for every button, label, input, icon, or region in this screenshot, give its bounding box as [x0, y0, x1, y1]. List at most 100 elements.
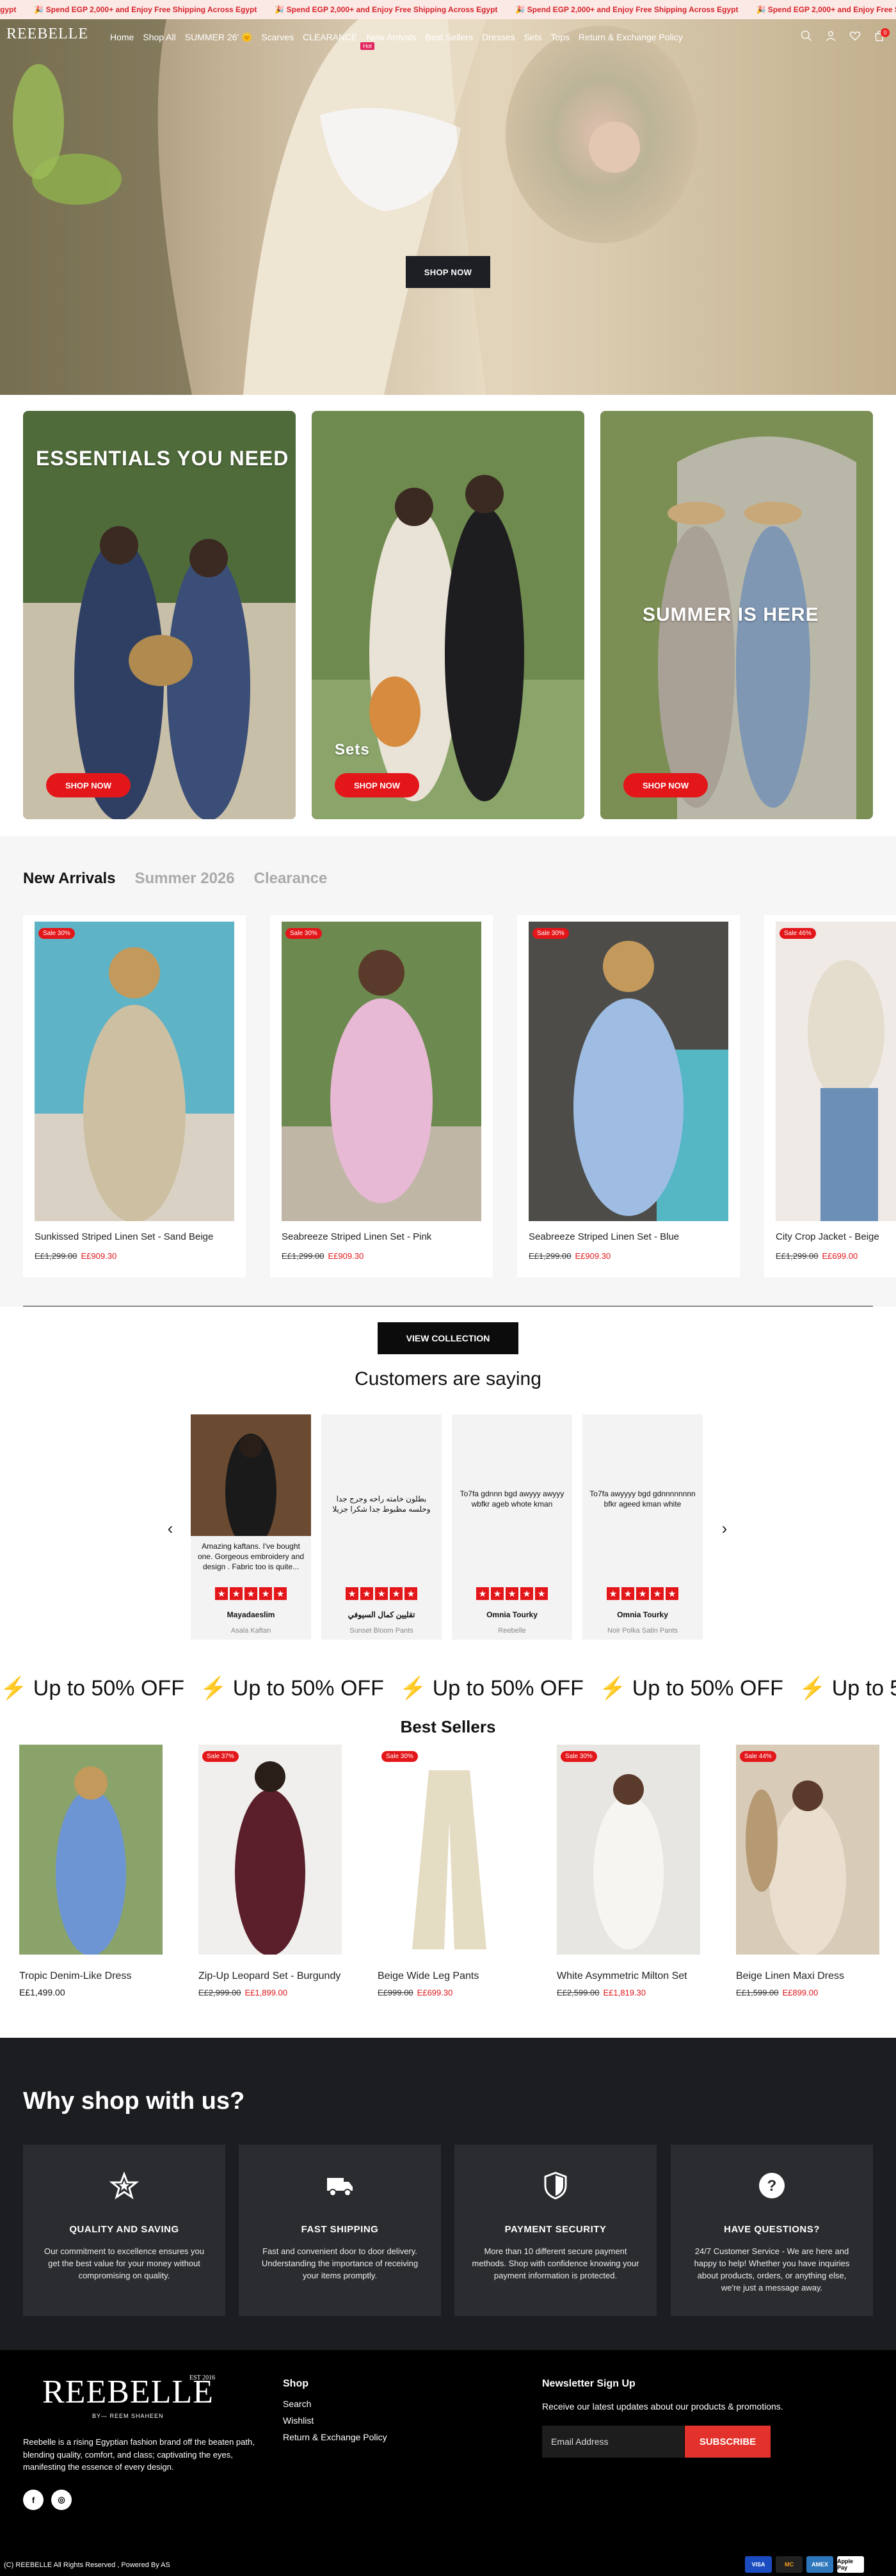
account-icon[interactable]	[824, 29, 837, 42]
nav-item-best-sellers[interactable]: Best Sellers	[425, 32, 473, 43]
footer-est: EST 2016	[189, 2374, 216, 2381]
announcement-text: 🎉 Spend EGP 2,000+ and Enjoy Free Shippi…	[515, 5, 739, 14]
feature-title: PAYMENT SECURITY	[504, 2224, 607, 2235]
newsletter-email-field[interactable]	[542, 2426, 684, 2458]
product-image[interactable]: Sale 30%	[282, 922, 481, 1221]
instagram-icon[interactable]: ◎	[51, 2490, 72, 2510]
copyright-text: (C) REEBELLE All Rights Reserved , Power…	[4, 2561, 170, 2569]
product-name[interactable]: Seabreeze Striped Linen Set - Blue	[529, 1231, 679, 1242]
product-image[interactable]	[19, 1745, 163, 1955]
reviews-title: Customers are saying	[355, 1368, 541, 1389]
star-icon: ★	[390, 1587, 403, 1600]
promo-shop-now-button[interactable]: SHOP NOW	[335, 773, 419, 797]
product-card[interactable]: Sale 30% Seabreeze Striped Linen Set - P…	[270, 915, 493, 1277]
promo-card-summer[interactable]: SUMMER IS HERE SHOP NOW	[600, 411, 873, 819]
nav-item-return-policy[interactable]: Return & Exchange Policy	[579, 32, 683, 43]
product-card[interactable]: Sale 30% White Asymmetric Milton Set E£2…	[557, 1745, 700, 1997]
amex-icon: AMEX	[806, 2556, 833, 2573]
product-name[interactable]: Beige Linen Maxi Dress	[736, 1970, 879, 1983]
hero-shop-now-button[interactable]: SHOP NOW	[406, 256, 490, 288]
nav-item-scarves[interactable]: Scarves	[261, 32, 294, 43]
marquee-text: ⚡ Up to 50% OFF	[598, 1676, 783, 1700]
product-image[interactable]: Sale 30%	[529, 922, 728, 1221]
star-icon: ★	[274, 1587, 287, 1600]
footer-logo: REEBELLE	[42, 2374, 214, 2410]
product-card[interactable]: Tropic Denim-Like Dress E£1,499.00	[19, 1745, 163, 1997]
reviewed-product[interactable]: Reebelle	[452, 1627, 572, 1635]
nav-item-dresses[interactable]: Dresses	[482, 32, 515, 43]
product-card[interactable]: Sale 30% Seabreeze Striped Linen Set - B…	[517, 915, 740, 1277]
feature-card: ? HAVE QUESTIONS? 24/7 Customer Service …	[671, 2145, 873, 2316]
product-name[interactable]: Zip-Up Leopard Set - Burgundy	[198, 1970, 342, 1983]
product-card[interactable]: Sale 37% Zip-Up Leopard Set - Burgundy E…	[198, 1745, 342, 1997]
sale-badge: Sale 37%	[202, 1751, 239, 1762]
hero-banner	[0, 19, 896, 395]
promo-shop-now-button[interactable]: SHOP NOW	[46, 773, 131, 797]
reviewed-product[interactable]: Noir Polka Satin Pants	[582, 1627, 703, 1635]
wishlist-icon[interactable]	[849, 29, 861, 42]
product-card[interactable]: Sale 46% City Crop Jacket - Beige E£1,29…	[764, 915, 896, 1277]
footer-link-wishlist[interactable]: Wishlist	[283, 2415, 314, 2426]
product-image[interactable]: Sale 44%	[736, 1745, 879, 1955]
view-collection-button[interactable]: VIEW COLLECTION	[378, 1322, 518, 1354]
product-price: E£1,299.00 E£699.00	[776, 1251, 858, 1262]
old-price: E£2,599.00	[557, 1987, 600, 1997]
promo-card-essentials[interactable]: ESSENTIALS YOU NEED SHOP NOW	[23, 411, 296, 819]
product-card[interactable]: Sale 30% Beige Wide Leg Pants E£999.00 E£…	[378, 1745, 521, 1997]
nav-item-shop-all[interactable]: Shop All	[143, 32, 175, 43]
footer-link-search[interactable]: Search	[283, 2399, 311, 2409]
reviews-prev-arrow[interactable]: ‹	[163, 1520, 178, 1537]
promo-card-sets[interactable]: Sets SHOP NOW	[312, 411, 584, 819]
product-name[interactable]: White Asymmetric Milton Set	[557, 1970, 700, 1983]
product-image[interactable]: Sale 30%	[378, 1745, 521, 1955]
tab-new-arrivals[interactable]: New Arrivals	[23, 870, 116, 888]
promo-title: Sets	[335, 741, 370, 758]
site-logo[interactable]: REEBELLE	[6, 26, 88, 43]
sale-badge: Sale 46%	[780, 928, 816, 939]
review-text: To7fa awyyyy bgd gdnnnnnnnn bfkr ageed k…	[589, 1489, 696, 1509]
reviews-next-arrow[interactable]: ›	[717, 1520, 732, 1537]
nav-menu: Home Shop All SUMMER 26' 🌞 Scarves CLEAR…	[110, 32, 683, 43]
product-card[interactable]: Sale 44% Beige Linen Maxi Dress E£1,599.…	[736, 1745, 879, 1997]
marquee-text: ⚡ Up to 50% OFF	[0, 1676, 184, 1700]
marquee-text: ⚡ Up to 50% OFF	[399, 1676, 584, 1700]
nav-item-new-arrivals[interactable]: New Arrivals	[367, 32, 417, 43]
product-image[interactable]: Sale 46%	[776, 922, 896, 1221]
product-name[interactable]: City Crop Jacket - Beige	[776, 1231, 879, 1242]
reviewed-product[interactable]: Sunset Bloom Pants	[321, 1627, 442, 1635]
subscribe-button[interactable]: SUBSCRIBE	[685, 2426, 771, 2458]
product-name[interactable]: Sunkissed Striped Linen Set - Sand Beige	[35, 1231, 213, 1242]
feature-text: 24/7 Customer Service - We are here and …	[694, 2246, 850, 2292]
sale-badge: Sale 30%	[38, 928, 75, 939]
shield-icon	[540, 2170, 571, 2201]
tab-clearance[interactable]: Clearance	[254, 870, 328, 888]
facebook-icon[interactable]: f	[23, 2490, 44, 2510]
product-name[interactable]: Beige Wide Leg Pants	[378, 1970, 521, 1983]
product-image[interactable]: Sale 30%	[557, 1745, 700, 1955]
product-name[interactable]: Seabreeze Striped Linen Set - Pink	[282, 1231, 431, 1242]
nav-item-tops[interactable]: Tops	[550, 32, 570, 43]
product-card[interactable]: Sale 30% Sunkissed Striped Linen Set - S…	[23, 915, 246, 1277]
promo-shop-now-button[interactable]: SHOP NOW	[623, 773, 708, 797]
nav-item-home[interactable]: Home	[110, 32, 134, 43]
star-icon	[109, 2170, 140, 2201]
nav-item-summer[interactable]: SUMMER 26' 🌞	[185, 32, 253, 43]
product-image[interactable]: Sale 30%	[35, 922, 234, 1221]
product-name[interactable]: Tropic Denim-Like Dress	[19, 1970, 163, 1983]
product-image[interactable]: Sale 37%	[198, 1745, 342, 1955]
reviewed-product[interactable]: Asala Kaftan	[191, 1627, 311, 1635]
nav-item-sets[interactable]: Sets	[524, 32, 541, 43]
footer-link-return-policy[interactable]: Return & Exchange Policy	[283, 2432, 387, 2442]
old-price: E£1,299.00	[776, 1251, 819, 1261]
section-divider	[23, 1306, 873, 1307]
tab-summer-2026[interactable]: Summer 2026	[135, 870, 235, 888]
marquee-text: ⚡ Up to 50% OFF	[199, 1676, 384, 1700]
star-icon: ★	[621, 1587, 634, 1600]
cart-count-badge: 0	[881, 28, 890, 37]
review-text: بطلون خامته راحه وجرج جدا وحلسه مظبوط جد…	[332, 1494, 431, 1514]
newsletter-text: Receive our latest updates about our pro…	[542, 2401, 783, 2412]
old-price: E£1,299.00	[529, 1251, 572, 1261]
star-icon: ★	[244, 1587, 257, 1600]
nav-item-clearance[interactable]: CLEARANCE	[303, 32, 358, 43]
search-icon[interactable]	[800, 29, 813, 42]
